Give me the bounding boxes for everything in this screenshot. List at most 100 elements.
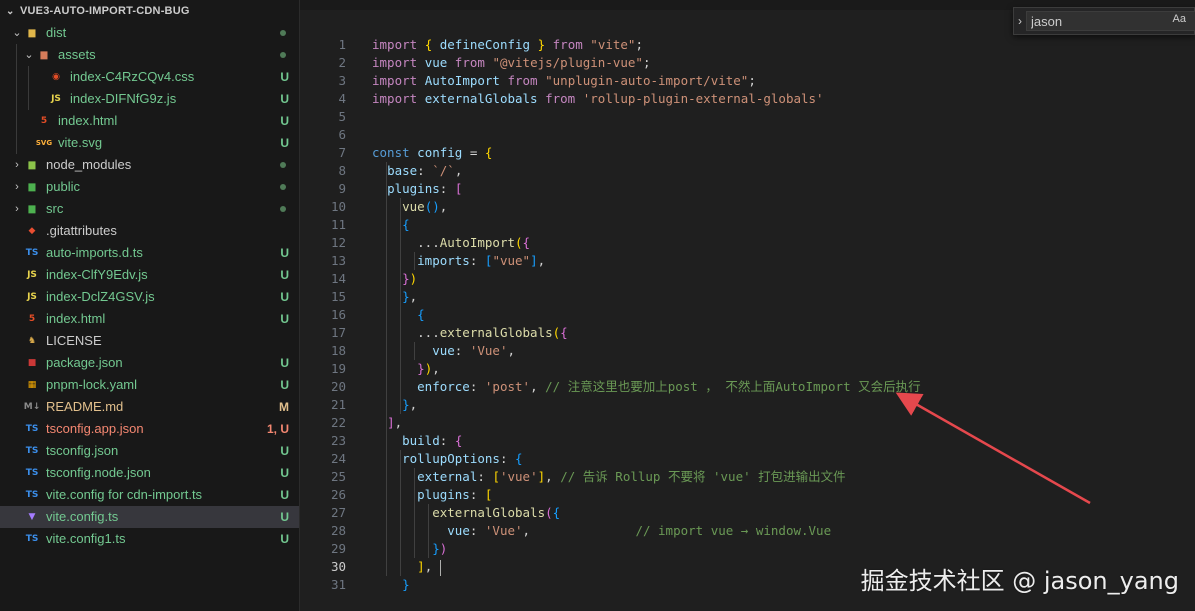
- code-editor[interactable]: 1 import { defineConfig } from "vite"; 2 im…: [300, 0, 1195, 611]
- code-line[interactable]: 2 import vue from "@vitejs/plugin-vue";: [300, 54, 1195, 72]
- tree-item-label: package.json: [46, 355, 123, 370]
- code-line[interactable]: 20 enforce: 'post', // 注意这里也要加上post ， 不然…: [300, 378, 1195, 396]
- code-line[interactable]: 28 vue: 'Vue', // import vue → window.Vu…: [300, 522, 1195, 540]
- code-line[interactable]: 16 {: [300, 306, 1195, 324]
- line-code: rollupOptions: {: [372, 450, 522, 468]
- watermark-text: 掘金技术社区 @ jason_yang: [860, 567, 1179, 595]
- code-token: (: [515, 235, 523, 250]
- file-row[interactable]: ♞ LICENSE: [0, 330, 299, 352]
- file-row[interactable]: TS tsconfig.node.json U: [0, 462, 299, 484]
- code-line[interactable]: 25 external: ['vue'], // 告诉 Rollup 不要将 '…: [300, 468, 1195, 486]
- code-token: :: [477, 469, 493, 484]
- file-row[interactable]: JS index-DIFNfG9z.js U: [0, 88, 299, 110]
- code-line[interactable]: 21 },: [300, 396, 1195, 414]
- chevron-right-icon[interactable]: ›: [10, 198, 24, 220]
- chevron-down-icon[interactable]: ⌄: [22, 44, 36, 66]
- line-number: 4: [338, 91, 346, 106]
- line-number: 10: [330, 199, 346, 214]
- file-row[interactable]: ▦ pnpm-lock.yaml U: [0, 374, 299, 396]
- code-line[interactable]: 3 import AutoImport from "unplugin-auto-i…: [300, 72, 1195, 90]
- code-token: }: [417, 361, 425, 376]
- file-row[interactable]: JS index-DclZ4GSV.js U: [0, 286, 299, 308]
- code-token: `/`: [432, 163, 455, 178]
- line-number: 17: [330, 325, 346, 340]
- indent-guide: [414, 468, 415, 558]
- code-line[interactable]: 17 ...externalGlobals({: [300, 324, 1195, 342]
- code-line[interactable]: 4 import externalGlobals from 'rollup-plu…: [300, 90, 1195, 108]
- line-number: 22: [330, 415, 346, 430]
- code-token: }: [402, 577, 410, 592]
- git-status-badge: U: [280, 488, 289, 502]
- file-row[interactable]: JS index-ClfY9Edv.js U: [0, 264, 299, 286]
- folder-row[interactable]: ⌄ ▆ dist: [0, 22, 299, 44]
- chevron-right-icon[interactable]: ›: [1018, 14, 1022, 28]
- code-line[interactable]: 27 externalGlobals({: [300, 504, 1195, 522]
- code-line[interactable]: 24 rollupOptions: {: [300, 450, 1195, 468]
- code-line[interactable]: 18 vue: 'Vue',: [300, 342, 1195, 360]
- line-number: 31: [330, 577, 346, 592]
- code-line[interactable]: 13 imports: ["vue"],: [300, 252, 1195, 270]
- code-line[interactable]: 8 base: `/`,: [300, 162, 1195, 180]
- code-line[interactable]: 15 },: [300, 288, 1195, 306]
- code-line[interactable]: 12 ...AutoImport({: [300, 234, 1195, 252]
- code-token: ,: [394, 415, 403, 430]
- line-code: }): [372, 270, 417, 288]
- code-token: ...: [372, 235, 440, 250]
- code-line[interactable]: 10 vue(),: [300, 198, 1195, 216]
- file-row[interactable]: TS vite.config1.ts U: [0, 528, 299, 550]
- git-status-badge: U: [280, 378, 289, 392]
- code-line[interactable]: 6: [300, 126, 1195, 144]
- code-line[interactable]: 19 }),: [300, 360, 1195, 378]
- file-row[interactable]: TS vite.config for cdn-import.ts U: [0, 484, 299, 506]
- line-number: 9: [338, 181, 346, 196]
- code-line[interactable]: 7 const config = {: [300, 144, 1195, 162]
- chevron-down-icon[interactable]: ⌄: [10, 22, 24, 44]
- line-number: 15: [330, 289, 346, 304]
- code-token: external: [417, 469, 478, 484]
- project-header[interactable]: ⌄ VUE3-AUTO-IMPORT-CDN-BUG: [0, 0, 299, 22]
- code-token: :: [469, 487, 485, 502]
- code-line[interactable]: 22 ],: [300, 414, 1195, 432]
- chevron-right-icon[interactable]: ›: [10, 176, 24, 198]
- find-input[interactable]: [1026, 11, 1195, 31]
- code-line[interactable]: 11 {: [300, 216, 1195, 234]
- line-code: import AutoImport from "unplugin-auto-im…: [372, 72, 756, 90]
- file-row[interactable]: M↓ README.md M: [0, 396, 299, 418]
- code-line[interactable]: 1 import { defineConfig } from "vite";: [300, 36, 1195, 54]
- folder-row[interactable]: › ▆ node_modules: [0, 154, 299, 176]
- folder-row[interactable]: › ▆ public: [0, 176, 299, 198]
- chevron-right-icon[interactable]: ›: [10, 154, 24, 176]
- code-line[interactable]: 29 }): [300, 540, 1195, 558]
- tree-item-label: LICENSE: [46, 333, 102, 348]
- file-row[interactable]: ■ package.json U: [0, 352, 299, 374]
- folder-row[interactable]: ⌄ ▆ assets: [0, 44, 299, 66]
- file-row[interactable]: ◆ .gitattributes: [0, 220, 299, 242]
- file-row[interactable]: TS auto-imports.d.ts U: [0, 242, 299, 264]
- line-number: 2: [338, 55, 346, 70]
- code-token: rollupOptions: [402, 451, 500, 466]
- code-line[interactable]: 23 build: {: [300, 432, 1195, 450]
- line-code: },: [372, 396, 417, 414]
- file-row[interactable]: TS tsconfig.json U: [0, 440, 299, 462]
- code-token: 'post': [484, 379, 531, 394]
- code-line[interactable]: 26 plugins: [: [300, 486, 1195, 504]
- tree-item-label: dist: [46, 25, 67, 40]
- indent-guide: [386, 162, 387, 576]
- file-row[interactable]: 5 index.html U: [0, 308, 299, 330]
- match-case-toggle[interactable]: Aa: [1173, 13, 1186, 25]
- file-row[interactable]: SVG vite.svg U: [0, 132, 299, 154]
- file-row[interactable]: ◉ index-C4RzCQv4.css U: [0, 66, 299, 88]
- git-status-dot: [280, 206, 286, 212]
- code-token: {: [552, 505, 561, 520]
- file-row[interactable]: TS tsconfig.app.json 1, U: [0, 418, 299, 440]
- file-row[interactable]: 5 index.html U: [0, 110, 299, 132]
- code-line[interactable]: 5: [300, 108, 1195, 126]
- code-token: }: [402, 289, 410, 304]
- code-line[interactable]: 9 plugins: [: [300, 180, 1195, 198]
- folder-row[interactable]: › ▆ src: [0, 198, 299, 220]
- code-line[interactable]: 14 }): [300, 270, 1195, 288]
- git-status-badge: U: [280, 356, 289, 370]
- code-token: vue: [402, 199, 425, 214]
- file-row[interactable]: ▼ vite.config.ts U: [0, 506, 299, 528]
